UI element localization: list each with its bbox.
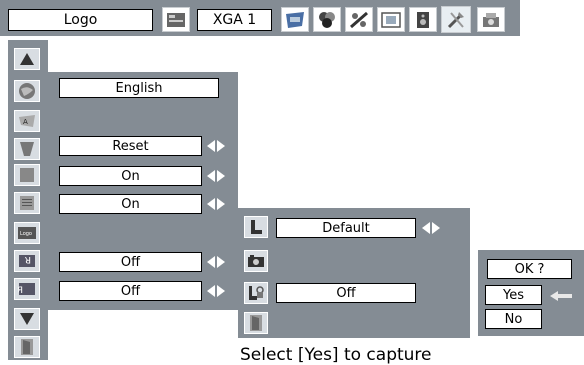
display-arrows[interactable] [207, 198, 225, 210]
ceiling-icon[interactable]: R [14, 250, 40, 272]
submenu-exit-icon[interactable] [244, 312, 268, 334]
color-icon[interactable] [313, 7, 341, 32]
left-arrow-icon[interactable] [207, 170, 215, 182]
language-field[interactable]: English [59, 78, 219, 98]
instruction-caption: Select [Yes] to capture [240, 345, 432, 365]
rear-arrows[interactable] [207, 285, 225, 297]
globe-icon[interactable] [14, 80, 40, 102]
logo-icon[interactable]: Logo [14, 222, 40, 244]
ceiling-field[interactable]: Off [59, 252, 202, 272]
blue-back-icon[interactable] [14, 164, 40, 186]
rear-field[interactable]: Off [59, 281, 202, 301]
right-arrow-icon[interactable] [217, 256, 225, 268]
keystone-icon[interactable] [14, 138, 40, 160]
language-icon[interactable]: A [14, 110, 40, 132]
up-arrow-icon[interactable] [14, 48, 40, 70]
setting-icon[interactable] [441, 6, 471, 33]
display-field[interactable]: On [59, 194, 202, 214]
input-source-label: XGA 1 [197, 9, 272, 31]
settings-panel [48, 72, 238, 310]
logo-select-arrows[interactable] [422, 222, 440, 234]
left-arrow-icon[interactable] [207, 285, 215, 297]
logo-label: Logo [8, 9, 153, 31]
selection-pointer-icon [548, 288, 574, 302]
keystone-arrows[interactable] [207, 140, 225, 152]
blue-back-field[interactable]: On [59, 166, 202, 186]
svg-text:A: A [23, 118, 28, 126]
keystone-field[interactable]: Reset [59, 136, 202, 156]
screen-size-icon[interactable] [281, 7, 309, 32]
confirm-question: OK ? [487, 259, 572, 279]
logo-pin-lock-field[interactable]: Off [276, 283, 416, 303]
yes-button[interactable]: Yes [485, 285, 542, 305]
down-arrow-icon[interactable] [14, 308, 40, 330]
svg-text:R: R [25, 254, 31, 264]
logo-pin-lock-icon[interactable] [244, 282, 268, 304]
right-arrow-icon[interactable] [217, 198, 225, 210]
left-arrow-icon[interactable] [207, 256, 215, 268]
right-arrow-icon[interactable] [217, 140, 225, 152]
exit-icon[interactable] [14, 336, 40, 358]
ceiling-arrows[interactable] [207, 256, 225, 268]
picture-adjust-icon[interactable] [162, 7, 190, 32]
left-arrow-icon[interactable] [207, 198, 215, 210]
left-arrow-icon[interactable] [207, 140, 215, 152]
rear-icon[interactable]: R [14, 278, 40, 300]
screen-icon[interactable] [377, 7, 405, 32]
info-icon[interactable] [477, 7, 505, 32]
logo-select-field[interactable]: Default [276, 218, 416, 238]
image-icon[interactable] [345, 7, 373, 32]
blue-back-arrows[interactable] [207, 170, 225, 182]
left-arrow-icon[interactable] [422, 222, 430, 234]
capture-icon[interactable] [244, 250, 268, 272]
no-button[interactable]: No [485, 309, 542, 329]
svg-text:R: R [18, 286, 23, 296]
sound-icon[interactable] [409, 7, 437, 32]
logo-select-icon[interactable] [244, 216, 268, 238]
right-arrow-icon[interactable] [432, 222, 440, 234]
display-icon[interactable] [14, 192, 40, 214]
right-arrow-icon[interactable] [217, 170, 225, 182]
svg-text:Logo: Logo [20, 231, 32, 237]
right-arrow-icon[interactable] [217, 285, 225, 297]
